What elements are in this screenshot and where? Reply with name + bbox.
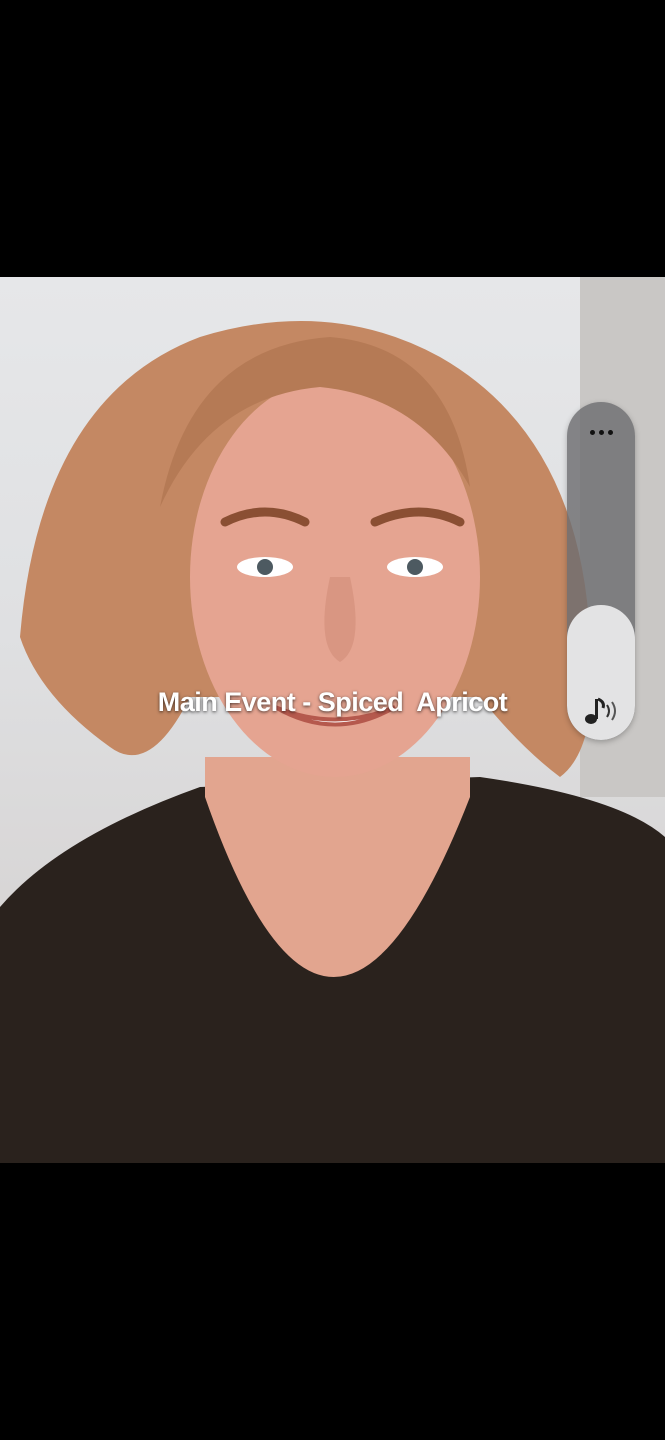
music-note-volume-icon (585, 697, 616, 724)
volume-slider-fill[interactable] (567, 605, 635, 740)
more-horizontal-icon[interactable] (567, 412, 635, 452)
volume-panel[interactable] (567, 402, 635, 740)
photo-frame (0, 277, 665, 1163)
video-caption: Main Event - Spiced Apricot (157, 687, 508, 717)
selfie-photo (0, 277, 665, 1163)
